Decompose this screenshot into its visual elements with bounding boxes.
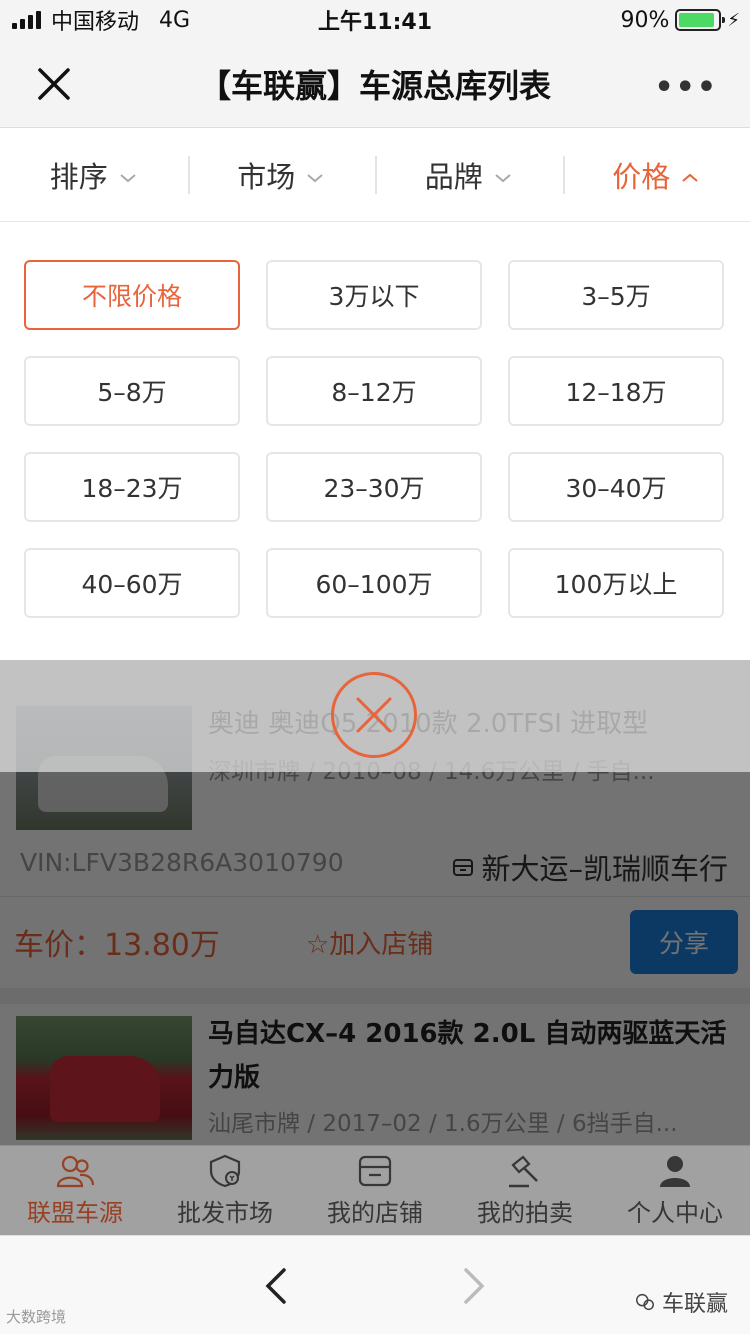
back-button[interactable] [258, 1264, 294, 1308]
tab-label: 我的拍卖 [477, 1199, 573, 1227]
store-icon [453, 859, 474, 876]
tab-sort-label: 排序 [49, 159, 108, 194]
tab-personal-center[interactable]: 个人中心 [600, 1146, 750, 1235]
tab-price-label: 价格 [612, 159, 671, 194]
bottom-tab-bar: 联盟车源 批发市场 我的店铺 我的拍卖 个人中心 [0, 1145, 750, 1235]
price-option[interactable]: 40–60万 [24, 548, 240, 618]
gavel-icon [509, 1155, 538, 1188]
tab-brand-label: 品牌 [424, 159, 483, 194]
price-option[interactable]: 30–40万 [508, 452, 724, 522]
close-icon [38, 68, 70, 100]
car-title: 马自达CX–4 2016款 2.0L 自动两驱蓝天活力版 [208, 1019, 727, 1093]
tab-alliance-cars[interactable]: 联盟车源 [0, 1146, 150, 1235]
tab-my-store[interactable]: 我的店铺 [300, 1146, 450, 1235]
status-bar: 中国移动 4G 上午11:41 90% ⚡ [0, 0, 750, 40]
tab-price[interactable]: 价格 [562, 128, 750, 221]
title-bar: 【车联赢】车源总库列表 ••• [0, 40, 750, 128]
chevron-down-icon [493, 158, 513, 192]
price-option[interactable]: 3万以下 [266, 260, 482, 330]
chevron-up-icon [680, 158, 700, 192]
tab-sort[interactable]: 排序 [0, 128, 188, 221]
tab-label: 个人中心 [627, 1199, 723, 1227]
tab-my-auction[interactable]: 我的拍卖 [450, 1146, 600, 1235]
price-option[interactable]: 18–23万 [24, 452, 240, 522]
add-to-store-link[interactable]: ☆加入店铺 [306, 924, 433, 961]
car-title: 奥迪 奥迪Q5 2010款 2.0TFSI 进取型 [208, 709, 649, 739]
share-button[interactable]: 分享 [630, 910, 738, 974]
store-icon [358, 1155, 392, 1187]
car-photo [16, 706, 192, 830]
network-label: 4G [159, 7, 191, 33]
price-option[interactable]: 5–8万 [24, 356, 240, 426]
carrier-label: 中国移动 [51, 10, 140, 35]
charging-icon: ⚡ [727, 9, 740, 31]
wholesale-icon [209, 1154, 241, 1188]
battery-indicator: 90% ⚡ [620, 0, 740, 40]
browser-nav-bar: 大数跨境 车联赢 [0, 1235, 750, 1334]
watermark-label: 车联赢 [661, 1292, 728, 1317]
watermark-right: 车联赢 [634, 1286, 728, 1318]
watermark-left: 大数跨境 [6, 1308, 67, 1326]
person-icon [660, 1156, 690, 1187]
car-price: 车价：13.80万 [14, 928, 220, 963]
tab-label: 我的店铺 [327, 1199, 423, 1227]
price-options-panel: 不限价格 3万以下 3–5万 5–8万 8–12万 12–18万 18–23万 … [0, 222, 750, 660]
close-icon [356, 697, 392, 733]
price-option[interactable]: 12–18万 [508, 356, 724, 426]
tab-market[interactable]: 市场 [187, 128, 376, 221]
price-option-any[interactable]: 不限价格 [24, 260, 240, 330]
price-option[interactable]: 60–100万 [266, 548, 482, 618]
filter-tabs: 排序 市场 品牌 价格 [0, 128, 750, 222]
forward-button[interactable] [456, 1264, 492, 1308]
tab-label: 批发市场 [177, 1199, 273, 1227]
chevron-down-icon [118, 158, 138, 192]
dealer-label: 新大运–凯瑞顺车行 [481, 852, 728, 886]
chevron-left-icon [265, 1268, 286, 1304]
page-title: 【车联赢】车源总库列表 [198, 66, 551, 105]
price-option[interactable]: 23–30万 [266, 452, 482, 522]
battery-icon [675, 9, 726, 31]
chevron-down-icon [305, 158, 325, 192]
battery-percent: 90% [620, 7, 670, 33]
tab-market-label: 市场 [237, 159, 296, 194]
wechat-icon [636, 1293, 654, 1311]
vin-label: VIN:LFV3B28R6A3010790 [20, 848, 344, 877]
price-option[interactable]: 100万以上 [508, 548, 724, 618]
dismiss-filter-button[interactable] [331, 672, 417, 758]
price-option[interactable]: 3–5万 [508, 260, 724, 330]
chevron-right-icon [464, 1268, 485, 1304]
tab-wholesale-market[interactable]: 批发市场 [150, 1146, 300, 1235]
car-meta: 汕尾市牌 / 2017–02 / 1.6万公里 / 6挡手自... [208, 1111, 678, 1137]
users-icon [56, 1155, 95, 1188]
signal-icon [12, 11, 41, 29]
dealer-name[interactable]: 新大运–凯瑞顺车行 [451, 846, 728, 888]
car-meta: 深圳市牌 / 2010–08 / 14.6万公里 / 手自... [208, 759, 655, 785]
tab-brand[interactable]: 品牌 [375, 128, 563, 221]
more-options-button[interactable]: ••• [654, 70, 718, 105]
tab-label: 联盟车源 [27, 1199, 123, 1227]
car-photo [16, 1016, 192, 1140]
close-button[interactable] [32, 62, 76, 106]
price-option[interactable]: 8–12万 [266, 356, 482, 426]
